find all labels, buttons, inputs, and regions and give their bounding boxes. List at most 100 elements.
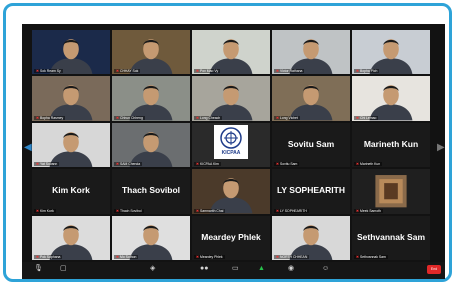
participant-name-label: ✖Samnarith Chai (194, 208, 226, 213)
participant-tile[interactable]: ✖Meek Samoth (352, 169, 430, 214)
participant-tile[interactable]: ✖NORTH CHHEAN (272, 215, 350, 260)
participant-name-label: ✖Marineth Kun (354, 162, 383, 167)
participant-tile[interactable]: Sethvannak Sam ✖Sethvannak Sam (352, 215, 430, 260)
participant-label-text: Victor Rathana (280, 69, 303, 74)
participant-tile[interactable]: Marineth Kun ✖Marineth Kun (352, 122, 430, 168)
muted-mic-icon: ✖ (36, 162, 40, 167)
participant-tile[interactable]: ✖Mo Sothon (112, 215, 190, 260)
participant-tile[interactable]: Sovitu Sam ✖Sovitu Sam (272, 122, 350, 168)
participant-grid: ✖Sok Ream Sy ✖CHHAY Sok ✖Pov Mao Vy ✖Victor… (32, 30, 430, 260)
muted-mic-icon: ✖ (276, 162, 280, 167)
participant-label-text: Sovitu Sam (280, 162, 298, 167)
participant-name-label: ✖Chi Lemao (354, 115, 379, 120)
muted-mic-icon: ✖ (276, 115, 280, 120)
participant-tile[interactable]: ✖SAM Chenda (112, 122, 190, 168)
participant-video (129, 224, 173, 260)
participant-video (129, 85, 173, 121)
participant-tile[interactable]: ✖Pov Mao Vy (192, 30, 270, 75)
participant-name-label: ✖Pov Mao Vy (194, 69, 221, 74)
muted-mic-icon: ✖ (36, 69, 40, 74)
microphone-icon: 🎙 (34, 265, 43, 272)
participant-display-name: Sovitu Sam (287, 139, 335, 150)
participant-name-label: ✖Thach Sovibol (114, 208, 144, 213)
participant-name-label: ✖Kim Kork (34, 208, 56, 213)
participant-tile[interactable]: ✖Samnarith Chai (192, 169, 270, 214)
participant-video (369, 39, 413, 75)
participant-video (209, 85, 253, 121)
participant-name-label: ✖NORTH CHHEAN (274, 255, 310, 259)
share-screen-button[interactable]: ▲ (258, 265, 265, 272)
muted-mic-icon: ✖ (196, 69, 200, 74)
participant-tile[interactable]: ✖Bopha Rasmey (32, 76, 110, 121)
participant-video (129, 131, 173, 168)
participant-tile[interactable]: ✖Bopha Pich (352, 30, 430, 75)
participant-video (129, 39, 173, 75)
participant-tile[interactable]: ✖Sok Ream Sy (32, 30, 110, 75)
participant-display-name: LY SOPHEARITH (276, 185, 346, 196)
participant-tile[interactable]: ✖CHHAY Sok (112, 30, 190, 75)
participant-label-text: CHHAY Sok (120, 69, 139, 74)
mute-button[interactable]: 🎙 (34, 265, 43, 272)
participant-label-text: Thach Sovibol (120, 208, 142, 213)
participant-label-text: Bopha Rasmey (40, 115, 64, 120)
previous-page-arrow-icon[interactable]: ◀ (24, 142, 32, 154)
participant-video (209, 178, 253, 214)
participant-name-label: ✖LY SOPHEARITH (274, 208, 309, 213)
participant-name-label: ✖Chhun Chheng (114, 115, 145, 120)
logo-text: KICPAA (221, 149, 241, 156)
muted-mic-icon: ✖ (356, 255, 360, 259)
participant-label-text: Yat Sovann (40, 162, 58, 167)
participant-tile[interactable]: Meardey Phlek ✖Meardey Phlek (192, 215, 270, 260)
muted-mic-icon: ✖ (276, 208, 280, 213)
participant-tile[interactable]: KICPAA ✖KICPAA Kim (192, 122, 270, 168)
participant-tile[interactable]: Thach Sovibol ✖Thach Sovibol (112, 169, 190, 214)
chat-button[interactable]: ▭ (232, 265, 239, 272)
participant-tile[interactable]: ✖Chhun Chheng (112, 76, 190, 121)
participant-tile[interactable]: LY SOPHEARITH ✖LY SOPHEARITH (272, 169, 350, 214)
muted-mic-icon: ✖ (116, 255, 120, 259)
next-page-arrow-icon[interactable]: ▶ (437, 142, 445, 154)
kicpaa-logo: KICPAA (214, 124, 248, 159)
participant-tile[interactable]: ✖Pok Suphana (32, 215, 110, 260)
chat-icon: ▭ (232, 265, 239, 272)
end-meeting-button[interactable]: End (427, 265, 441, 274)
meeting-toolbar: 🎙 ▢ ◈ ●● ▭ ▲ ◉ ☺ End (22, 262, 445, 279)
participant-tile[interactable]: ✖Long Vichet (272, 76, 350, 121)
participant-name-label: ✖Yat Sovann (34, 162, 60, 167)
participant-label-text: Pov Mao Vy (200, 69, 219, 74)
muted-mic-icon: ✖ (116, 69, 120, 74)
participant-tile[interactable]: ✖Long Cheach (192, 76, 270, 121)
participant-tile[interactable]: ✖Chi Lemao (352, 76, 430, 121)
participant-video (49, 39, 93, 75)
muted-mic-icon: ✖ (276, 69, 280, 74)
participant-tile[interactable]: Kim Kork ✖Kim Kork (32, 169, 110, 214)
participant-label-text: Mo Sothon (120, 255, 137, 259)
participant-tile[interactable]: ✖Yat Sovann (32, 122, 110, 168)
participant-label-text: Bopha Pich (360, 69, 378, 74)
muted-mic-icon: ✖ (356, 208, 360, 213)
video-button[interactable]: ▢ (60, 265, 67, 272)
record-button[interactable]: ◉ (288, 265, 294, 272)
muted-mic-icon: ✖ (36, 255, 40, 259)
participant-video (49, 131, 93, 168)
participant-label-text: Meardey Phlek (200, 255, 223, 259)
participant-label-text: Samnarith Chai (200, 208, 224, 213)
participants-button[interactable]: ●● (200, 265, 208, 272)
participant-label-text: Pok Suphana (40, 255, 61, 259)
participant-video (289, 224, 333, 260)
participant-name-label: ✖KICPAA Kim (194, 162, 221, 167)
participant-tile[interactable]: ✖Victor Rathana (272, 30, 350, 75)
muted-mic-icon: ✖ (196, 208, 200, 213)
participant-display-name: Kim Kork (52, 185, 90, 196)
participant-name-label: ✖Sethvannak Sam (354, 255, 388, 259)
muted-mic-icon: ✖ (116, 115, 120, 120)
participant-label-text: Sethvannak Sam (360, 255, 386, 259)
participant-label-text: Chhun Chheng (120, 115, 143, 120)
reactions-button[interactable]: ☺ (322, 265, 329, 272)
muted-mic-icon: ✖ (356, 162, 360, 167)
participant-label-text: Sok Ream Sy (40, 69, 61, 74)
security-button[interactable]: ◈ (150, 265, 155, 272)
participant-name-label: ✖Victor Rathana (274, 69, 305, 74)
participant-name-label: ✖Bopha Pich (354, 69, 380, 74)
participant-label-text: Marineth Kun (360, 162, 381, 167)
